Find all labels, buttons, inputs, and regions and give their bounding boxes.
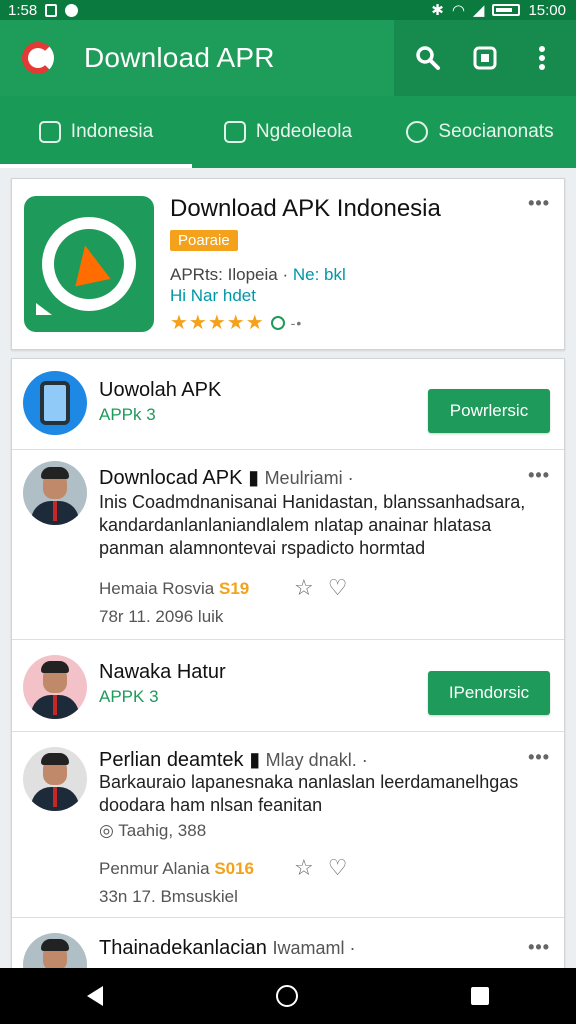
star-outline-icon[interactable]: ☆ xyxy=(294,575,314,601)
app-title: Uowolah APK xyxy=(99,379,222,401)
post-body: Inis Coadmdnanisanai Hanidastan, blanssa… xyxy=(99,492,526,558)
system-nav-bar xyxy=(0,968,576,1024)
post-title: Perlian deamtek ▮ Mlay dnakl. · xyxy=(99,749,368,771)
feed-list: Uowolah APK APPk 3 Powrlersic Downlocad … xyxy=(11,358,565,997)
post-meta: Penmur Alania S016 xyxy=(99,859,255,878)
divider xyxy=(12,639,564,640)
tab-third[interactable]: Seocianonats xyxy=(384,96,576,168)
featured-meta-link[interactable]: Ne: bkl xyxy=(293,265,346,284)
post-title: Downlocad APK ▮ Meulriami · xyxy=(99,467,354,489)
status-bar: 1:58 ✱ ◠ ◢ 15:00 xyxy=(0,0,576,20)
search-tab-icon xyxy=(406,121,429,143)
app-logo-icon[interactable] xyxy=(22,42,54,74)
search-button[interactable] xyxy=(406,36,450,80)
search-icon xyxy=(416,46,441,70)
app-phone-icon xyxy=(23,371,87,435)
post-more-button[interactable]: ••• xyxy=(528,937,550,958)
notification-icon-2 xyxy=(65,3,79,17)
featured-meta: APRts: Ilopeia · Ne: bkl xyxy=(170,265,346,284)
divider xyxy=(12,731,564,732)
download-manager-button[interactable] xyxy=(463,36,507,80)
avatar xyxy=(23,655,87,719)
appbar-actions xyxy=(394,20,576,96)
notification-icon xyxy=(45,3,58,17)
stars-icon: ★★★★★ xyxy=(170,312,265,334)
chat-bubble-icon xyxy=(36,217,136,315)
post-meta: Hemaia Rosvia S19 xyxy=(99,579,250,598)
post-actions: ☆ ♡ xyxy=(294,575,347,601)
avatar xyxy=(23,747,87,811)
divider xyxy=(12,917,564,918)
tab-label: Seocianonats xyxy=(438,121,554,142)
wifi-icon: ◠ xyxy=(451,2,465,19)
signal-icon: ◢ xyxy=(472,2,485,19)
featured-badge: Poaraie xyxy=(170,230,238,251)
post-title: Thainadekanlacian Iwamaml · xyxy=(99,937,356,959)
featured-more-button[interactable]: ••• xyxy=(528,193,550,214)
recents-icon[interactable] xyxy=(471,987,490,1005)
more-vert-icon xyxy=(538,46,545,70)
emoji-icon: ▮ xyxy=(249,749,261,771)
tab-label: Indonesia xyxy=(70,121,154,142)
star-outline-icon[interactable]: ☆ xyxy=(294,855,314,881)
post-more-button[interactable]: ••• xyxy=(528,747,550,768)
post-date: 78r 11. 2096 luik xyxy=(99,607,224,626)
post-body: Barkauraio lapanesnaka nanlaslan leerdam… xyxy=(99,772,519,815)
post-stats: ◎ Taahig, 388 xyxy=(99,821,207,840)
tab-label: Ngdeoleola xyxy=(255,121,353,142)
phone-emoji-icon: ▮ xyxy=(247,467,259,489)
app-subtitle: APPK 3 xyxy=(99,687,159,706)
target-icon: ◎ xyxy=(99,821,114,840)
page-title: Download APR xyxy=(84,42,275,73)
featured-app-icon xyxy=(24,196,154,332)
app-title: Nawaka Hatur xyxy=(99,661,226,683)
hand-icon xyxy=(223,121,246,143)
status-time-right: 15:00 xyxy=(528,1,566,19)
like-outline-icon[interactable]: ♡ xyxy=(328,575,348,601)
tab-bar: Indonesia Ngdeoleola Seocianonats xyxy=(0,96,576,168)
avatar xyxy=(23,461,87,525)
app-bar: Download APR xyxy=(0,20,576,96)
overflow-menu-button[interactable] xyxy=(520,36,564,80)
back-icon[interactable] xyxy=(86,986,103,1006)
featured-meta-link-2[interactable]: Hi Nar hdet xyxy=(170,286,256,306)
verified-icon xyxy=(270,315,285,330)
like-outline-icon[interactable]: ♡ xyxy=(328,855,348,881)
featured-app-card[interactable]: Download APK Indonesia Poaraie APRts: Il… xyxy=(11,178,565,350)
post-actions: ☆ ♡ xyxy=(294,855,347,881)
square-icon xyxy=(473,46,497,70)
divider xyxy=(12,449,564,450)
bluetooth-icon: ✱ xyxy=(431,2,444,19)
tab-second[interactable]: Ngdeoleola xyxy=(192,96,384,168)
download-button[interactable]: Powrlersic xyxy=(428,389,550,433)
rating-stars: ★★★★★ -• xyxy=(170,312,303,334)
thumbs-up-icon xyxy=(38,121,61,143)
triangle-logo-icon xyxy=(67,241,111,287)
battery-icon xyxy=(492,4,521,16)
post-more-button[interactable]: ••• xyxy=(528,465,550,486)
tab-indonesia[interactable]: Indonesia xyxy=(0,96,192,168)
status-time-left: 1:58 xyxy=(8,1,38,19)
download-button[interactable]: IPendorsic xyxy=(428,671,550,715)
home-icon[interactable] xyxy=(275,985,298,1007)
featured-title: Download APK Indonesia xyxy=(170,195,441,222)
post-date: 33n 17. Bmsuskiel xyxy=(99,887,238,906)
app-subtitle: APPk 3 xyxy=(99,405,156,424)
